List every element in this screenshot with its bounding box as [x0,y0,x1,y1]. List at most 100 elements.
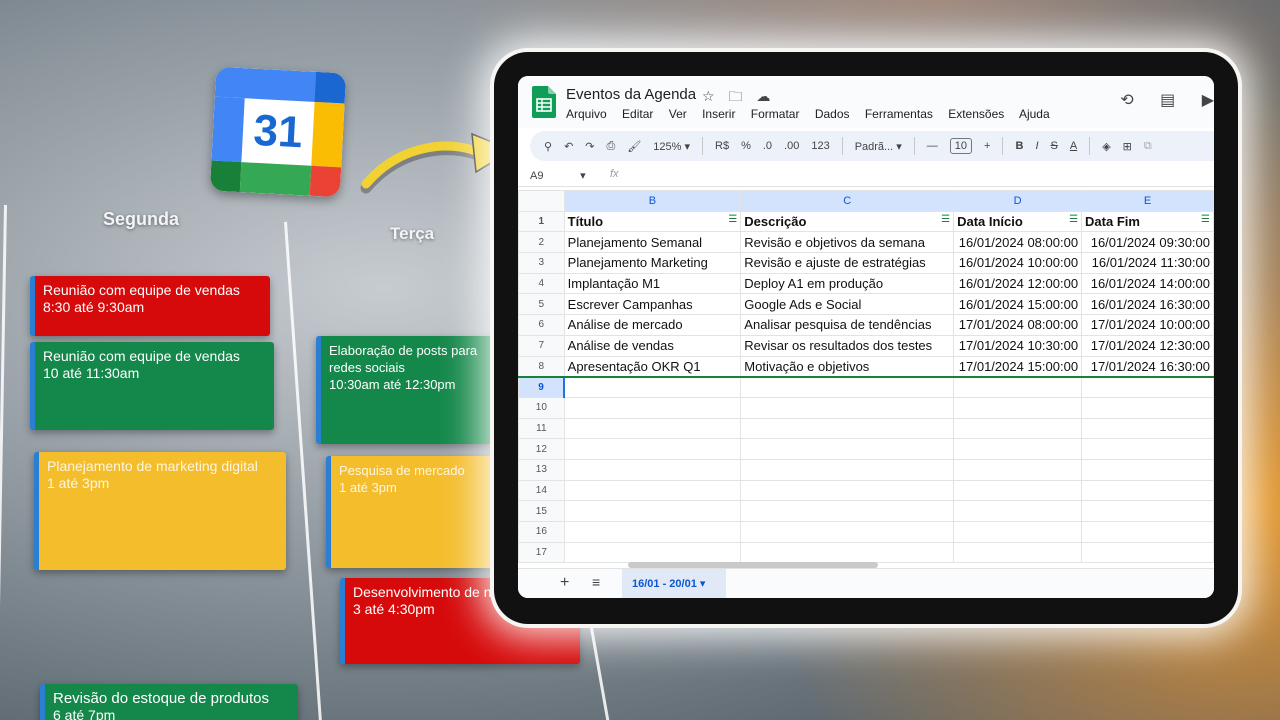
row-header[interactable]: 12 [518,438,565,460]
header-cell[interactable]: Descrição ☰ [740,210,955,233]
cell[interactable] [1081,458,1214,481]
search-icon[interactable]: ⚲ [544,140,552,153]
menu-item-ajuda[interactable]: Ajuda [1019,107,1050,121]
cell[interactable]: 16/01/2024 10:00:00 [953,252,1083,274]
increase-decimal-button[interactable]: .00 [784,140,799,152]
cell[interactable] [563,521,742,543]
menu-item-dados[interactable]: Dados [815,107,850,121]
filter-icon[interactable]: ☰ [941,214,950,225]
comment-icon[interactable]: ▤ [1160,90,1175,110]
cell[interactable] [740,396,955,419]
calendar-event[interactable]: Revisão do estoque de produtos 6 até 7pm [40,684,298,720]
menu-item-inserir[interactable]: Inserir [702,107,735,121]
cell[interactable] [563,438,742,460]
percent-format-button[interactable]: % [741,140,751,152]
header-cell[interactable]: Título ☰ [563,210,742,233]
cell[interactable]: Análise de mercado [563,314,742,336]
row-header[interactable]: 2 [518,231,565,254]
cell[interactable] [740,376,955,398]
cell[interactable] [563,417,742,440]
row-header[interactable]: 5 [518,293,565,316]
text-color-icon[interactable]: A [1070,140,1077,152]
history-icon[interactable]: ⟲ [1120,90,1133,110]
cell[interactable] [953,396,1083,419]
cell[interactable]: 17/01/2024 08:00:00 [953,314,1083,336]
cell[interactable]: 17/01/2024 15:00:00 [953,355,1083,378]
cell[interactable]: Apresentação OKR Q1 [563,355,742,378]
merge-cells-icon[interactable]: ⧉ [1144,140,1152,153]
cell[interactable] [1081,376,1214,398]
row-header[interactable]: 6 [518,314,565,336]
undo-icon[interactable]: ↶ [564,140,573,153]
menu-item-ferramentas[interactable]: Ferramentas [865,107,933,121]
sheet-tab[interactable]: 16/01 - 20/01 ▾ [622,569,726,598]
cell[interactable]: Google Ads e Social [740,293,955,316]
calendar-event[interactable]: Reunião com equipe de vendas 10 até 11:3… [30,342,274,430]
row-header[interactable]: 9 [518,376,565,398]
cell[interactable] [740,458,955,481]
cell[interactable] [953,479,1083,502]
cell[interactable] [740,500,955,522]
row-header[interactable]: 14 [518,479,565,502]
select-all-corner[interactable] [518,190,565,212]
cloud-status-icon[interactable]: ☁ [756,88,770,105]
cell[interactable]: Planejamento Semanal [563,231,742,254]
cell[interactable] [563,500,742,522]
column-header-d[interactable]: D [953,190,1083,212]
cell[interactable] [563,376,742,398]
font-size-increase-icon[interactable]: + [984,140,990,152]
redo-icon[interactable]: ↷ [585,140,594,153]
star-icon[interactable]: ☆ [702,88,715,105]
cell[interactable] [953,458,1083,481]
cell[interactable]: 16/01/2024 14:00:00 [1081,272,1214,295]
row-header[interactable]: 16 [518,521,565,543]
cell[interactable]: 16/01/2024 08:00:00 [953,231,1083,254]
cell[interactable]: Escrever Campanhas [563,293,742,316]
cell[interactable] [1081,396,1214,419]
row-header[interactable]: 8 [518,355,565,378]
cell[interactable]: 17/01/2024 10:30:00 [953,334,1083,357]
menu-item-extensoes[interactable]: Extensões [948,107,1004,121]
cell[interactable]: 16/01/2024 15:00:00 [953,293,1083,316]
column-header-b[interactable]: B [563,190,742,212]
calendar-event[interactable]: Planejamento de marketing digital 1 até … [34,452,286,570]
row-header[interactable]: 13 [518,458,565,481]
font-size-decrease-icon[interactable]: — [927,140,938,152]
zoom-select[interactable]: 125% ▾ [653,140,690,153]
cell[interactable]: Revisão e ajuste de estratégias [740,252,955,274]
cell[interactable] [953,500,1083,522]
cell[interactable]: 16/01/2024 11:30:00 [1081,252,1214,274]
row-header[interactable]: 10 [518,396,565,419]
cell[interactable] [1081,438,1214,460]
header-cell[interactable]: Data Fim ☰ [1081,210,1214,233]
row-header[interactable]: 1 [518,210,565,233]
calendar-event[interactable]: Elaboração de posts para redes sociais 1… [316,336,516,444]
borders-icon[interactable]: ⊞ [1123,140,1132,153]
filter-icon[interactable]: ☰ [1201,214,1210,225]
cell[interactable] [1081,417,1214,440]
cell[interactable] [953,376,1083,398]
italic-icon[interactable]: I [1035,140,1038,152]
row-header[interactable]: 17 [518,541,565,564]
cell[interactable]: Deploy A1 em produção [740,272,955,295]
cell[interactable] [953,438,1083,460]
cell[interactable] [740,521,955,543]
menu-item-arquivo[interactable]: Arquivo [566,107,607,121]
document-title[interactable]: Eventos da Agenda [566,86,696,103]
cell[interactable] [563,458,742,481]
all-sheets-icon[interactable]: ≡ [592,574,600,590]
cell[interactable]: Revisão e objetivos da semana [740,231,955,254]
filter-icon[interactable]: ☰ [1069,214,1078,225]
cell[interactable] [740,438,955,460]
fill-color-icon[interactable]: ◈ [1102,140,1110,153]
decrease-decimal-button[interactable]: .0 [763,140,772,152]
cell[interactable] [563,396,742,419]
cell[interactable]: Motivação e objetivos [740,355,955,378]
row-header[interactable]: 7 [518,334,565,357]
cell[interactable]: 17/01/2024 16:30:00 [1081,355,1214,378]
header-cell[interactable]: Data Início ☰ [953,210,1083,233]
currency-format-button[interactable]: R$ [715,140,729,152]
strikethrough-icon[interactable]: S [1051,140,1058,152]
column-header-e[interactable]: E [1081,190,1214,212]
print-icon[interactable]: ⎙ [607,140,616,153]
